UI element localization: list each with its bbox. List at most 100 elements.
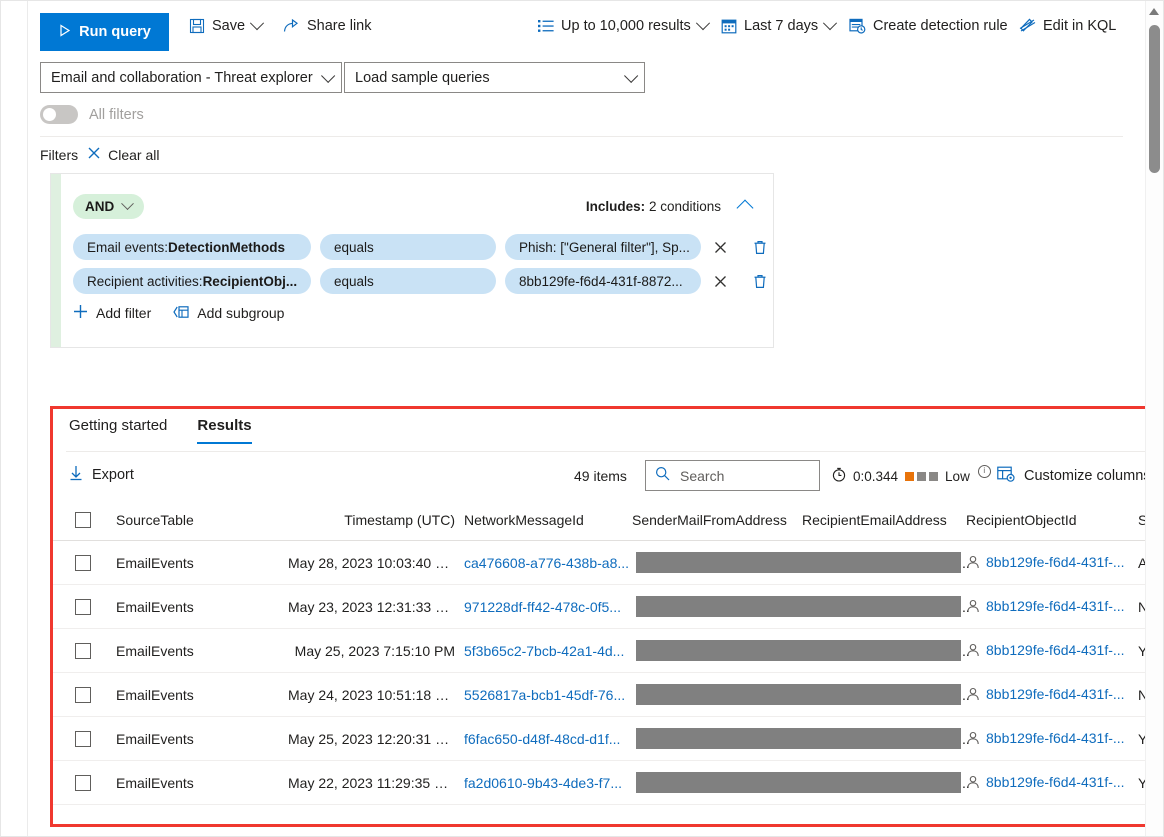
table-row[interactable]: EmailEvents May 25, 2023 7:15:10 PM 5f3b…	[53, 629, 1163, 673]
row-checkbox[interactable]	[75, 642, 91, 659]
filters-header: Filters Clear all	[40, 146, 159, 163]
query-performance: 0:0.344 Low i	[832, 464, 991, 485]
cell-recipientobjectid-link[interactable]: 8bb129fe-f6d4-431f-...	[986, 554, 1125, 570]
delete-condition-button[interactable]	[749, 270, 771, 292]
cell-recipientobjectid-link[interactable]: 8bb129fe-f6d4-431f-...	[986, 686, 1125, 702]
create-detection-rule-button[interactable]: Create detection rule	[849, 18, 1008, 34]
cell-recipientobjectid[interactable]: 8bb129fe-f6d4-431f-...	[966, 642, 1138, 660]
cell-networkmessageid[interactable]: 5f3b65c2-7bcb-42a1-4d...	[461, 643, 632, 659]
share-icon	[283, 18, 300, 34]
select-all-checkbox[interactable]	[75, 511, 91, 528]
cell-recipientobjectid[interactable]: 8bb129fe-f6d4-431f-...	[966, 598, 1138, 616]
column-header-timestamp[interactable]: Timestamp (UTC)	[288, 512, 461, 528]
redaction-bar	[636, 684, 961, 705]
plus-icon	[73, 304, 88, 322]
table-row[interactable]: EmailEvents May 28, 2023 10:03:40 PM ca4…	[53, 541, 1163, 585]
cell-networkmessageid[interactable]: ca476608-a776-438b-a8...	[461, 555, 632, 571]
cell-recipientobjectid[interactable]: 8bb129fe-f6d4-431f-...	[966, 686, 1138, 704]
column-header-sendermailfromaddress[interactable]: SenderMailFromAddress	[632, 512, 802, 528]
cell-timestamp: May 25, 2023 7:15:10 PM	[294, 642, 455, 659]
filter-condition-row: Email events: DetectionMethods equals Ph…	[73, 234, 771, 260]
table-row[interactable]: EmailEvents May 22, 2023 11:29:35 PM fa2…	[53, 761, 1163, 805]
cell-recipientobjectid[interactable]: 8bb129fe-f6d4-431f-...	[966, 554, 1138, 572]
filter-value-chip[interactable]: Phish: ["General filter"], Sp...	[505, 234, 701, 260]
cell-networkmessageid[interactable]: 971228df-ff42-478c-0f5...	[461, 599, 632, 615]
customize-columns-button[interactable]: Customize columns	[997, 466, 1151, 486]
sample-queries-dropdown[interactable]: Load sample queries	[344, 62, 645, 93]
column-header-recipientobjectid[interactable]: RecipientObjectId	[966, 512, 1138, 528]
save-button[interactable]: Save	[189, 16, 265, 34]
scroll-up-arrow-icon[interactable]	[1149, 8, 1159, 15]
table-row[interactable]: EmailEvents May 23, 2023 12:31:33 PM 971…	[53, 585, 1163, 629]
create-detection-rule-label: Create detection rule	[873, 18, 1008, 34]
row-checkbox[interactable]	[75, 598, 91, 615]
clear-condition-button[interactable]	[708, 269, 732, 293]
filter-field-prefix: Recipient activities:	[87, 273, 203, 289]
all-filters-toggle[interactable]	[40, 105, 78, 124]
results-panel: Getting started Results Export 49 items	[50, 406, 1163, 827]
filter-field-chip[interactable]: Email events: DetectionMethods	[73, 234, 311, 260]
tab-getting-started[interactable]: Getting started	[69, 417, 167, 444]
filter-value-chip[interactable]: 8bb129fe-f6d4-431f-8872...	[505, 268, 701, 294]
vertical-scrollbar[interactable]	[1145, 1, 1163, 836]
results-tabs: Getting started Results	[69, 417, 252, 444]
edit-kql-icon	[1019, 18, 1036, 34]
row-checkbox[interactable]	[75, 686, 91, 703]
cell-recipientobjectid[interactable]: 8bb129fe-f6d4-431f-...	[966, 730, 1138, 748]
page-content: Run query Save Share link Up to 10,000 r…	[28, 1, 1163, 836]
cell-networkmessageid[interactable]: 5526817a-bcb1-45df-76...	[461, 687, 632, 703]
cell-recipientobjectid-link[interactable]: 8bb129fe-f6d4-431f-...	[986, 774, 1125, 790]
clear-all-button[interactable]: Clear all	[87, 146, 159, 163]
info-icon[interactable]: i	[977, 464, 991, 478]
results-limit-button[interactable]: Up to 10,000 results	[538, 16, 710, 34]
table-row[interactable]: EmailEvents May 24, 2023 10:51:18 PM 552…	[53, 673, 1163, 717]
edit-in-kql-button[interactable]: Edit in KQL	[1019, 18, 1116, 34]
cell-truncation-dots: ..	[962, 774, 970, 791]
filter-operator-chip[interactable]: equals	[320, 268, 496, 294]
export-button[interactable]: Export	[69, 465, 134, 485]
performance-level: Low	[945, 468, 970, 484]
left-rail	[1, 1, 28, 836]
filter-operator-dropdown[interactable]: AND	[73, 194, 145, 219]
run-query-button[interactable]: Run query	[40, 13, 169, 51]
collapse-group-button[interactable]	[736, 199, 754, 217]
row-checkbox[interactable]	[75, 774, 91, 791]
add-subgroup-button[interactable]: Add subgroup	[173, 305, 284, 322]
cell-networkmessageid[interactable]: fa2d0610-9b43-4de3-f7...	[461, 775, 632, 791]
cell-timestamp: May 25, 2023 12:20:31 PM	[288, 730, 457, 747]
cell-truncation-dots: ..	[962, 554, 970, 571]
hunting-query-page: Run query Save Share link Up to 10,000 r…	[0, 0, 1164, 837]
delete-condition-button[interactable]	[749, 236, 771, 258]
table-row[interactable]: EmailEvents May 25, 2023 12:20:31 PM f6f…	[53, 717, 1163, 761]
add-filter-button[interactable]: Add filter	[73, 304, 151, 322]
scope-dropdown[interactable]: Email and collaboration - Threat explore…	[40, 62, 342, 93]
search-box[interactable]	[645, 460, 820, 491]
column-header-networkmessageid[interactable]: NetworkMessageId	[461, 512, 632, 528]
chevron-down-icon	[624, 68, 639, 83]
row-checkbox[interactable]	[75, 554, 91, 571]
filter-operator-chip[interactable]: equals	[320, 234, 496, 260]
cell-recipientobjectid-link[interactable]: 8bb129fe-f6d4-431f-...	[986, 598, 1125, 614]
filter-field-prefix: Email events:	[87, 239, 169, 255]
detection-rule-icon	[849, 18, 866, 34]
share-link-button[interactable]: Share link	[283, 18, 371, 34]
save-icon	[189, 18, 205, 34]
row-checkbox[interactable]	[75, 730, 91, 747]
column-header-sourcetable[interactable]: SourceTable	[91, 512, 288, 528]
cell-sourcetable: EmailEvents	[116, 554, 194, 571]
tab-results[interactable]: Results	[197, 417, 252, 444]
time-range-button[interactable]: Last 7 days	[721, 16, 838, 34]
cell-recipientobjectid-link[interactable]: 8bb129fe-f6d4-431f-...	[986, 642, 1125, 658]
cell-recipientobjectid[interactable]: 8bb129fe-f6d4-431f-...	[966, 774, 1138, 792]
add-subgroup-label: Add subgroup	[197, 305, 285, 321]
search-input[interactable]	[678, 466, 810, 485]
clear-condition-button[interactable]	[708, 235, 732, 259]
filter-field-chip[interactable]: Recipient activities: RecipientObj...	[73, 268, 311, 294]
scrollbar-thumb[interactable]	[1149, 25, 1160, 173]
column-header-recipientemailaddress[interactable]: RecipientEmailAddress	[802, 512, 966, 528]
redaction-bar	[636, 772, 961, 793]
cell-networkmessageid[interactable]: f6fac650-d48f-48cd-d1f...	[461, 731, 632, 747]
close-icon	[87, 146, 101, 163]
performance-bar-1	[905, 471, 915, 481]
cell-recipientobjectid-link[interactable]: 8bb129fe-f6d4-431f-...	[986, 730, 1125, 746]
